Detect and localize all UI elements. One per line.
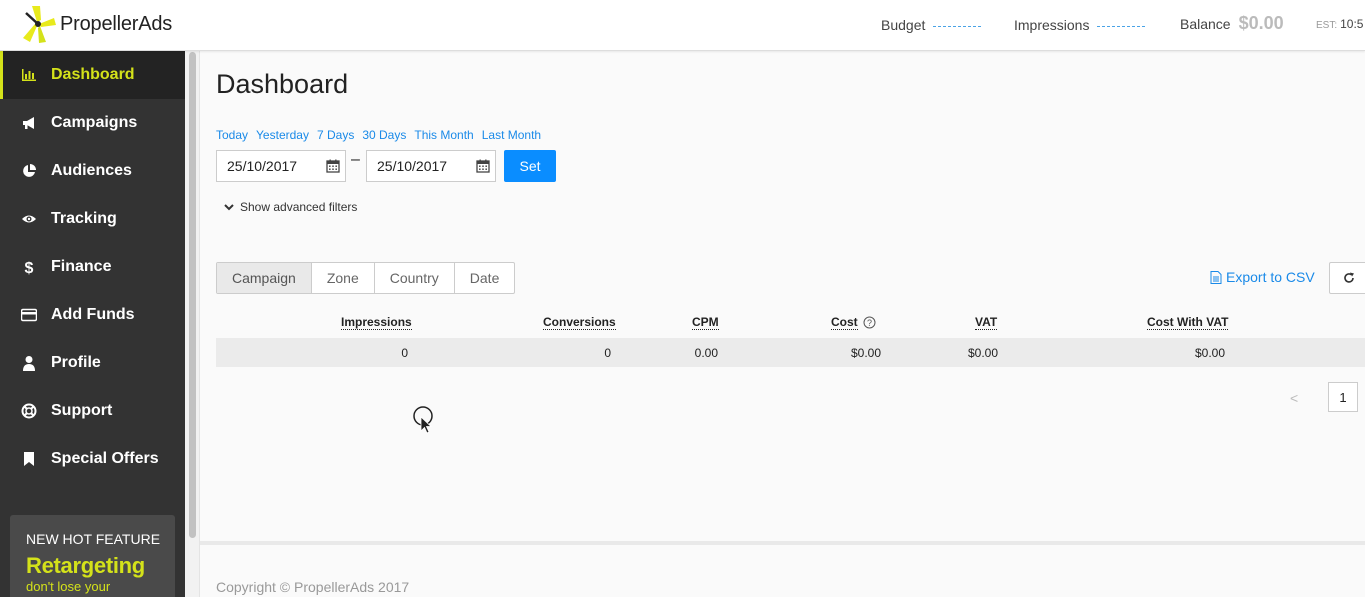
bar-chart-icon	[20, 66, 38, 84]
pie-chart-icon	[20, 162, 38, 180]
eye-icon	[20, 210, 38, 228]
file-icon	[1210, 270, 1222, 284]
chevron-down-icon	[224, 204, 234, 211]
sidebar-item-profile[interactable]: Profile	[0, 339, 185, 387]
set-date-button[interactable]: Set	[504, 150, 556, 182]
balance-metric[interactable]: Balance $0.00	[1180, 13, 1284, 34]
tab-country[interactable]: Country	[375, 263, 455, 293]
date-to-input[interactable]: 25/10/2017	[366, 150, 496, 182]
est-label: EST:	[1316, 20, 1338, 31]
top-bar: PropellerAds Budget Impressions Balance …	[0, 0, 1365, 51]
footer: Copyright © PropellerAds 2017	[200, 541, 1365, 597]
dollar-icon: $	[20, 258, 38, 276]
balance-value: $0.00	[1238, 13, 1284, 33]
page-title: Dashboard	[216, 69, 349, 99]
user-icon	[20, 354, 38, 372]
sidebar-item-label: Profile	[51, 354, 101, 371]
cell-conversions: 0	[604, 346, 611, 360]
date-to-value: 25/10/2017	[377, 158, 448, 174]
refresh-button[interactable]	[1329, 262, 1365, 294]
lifebuoy-icon	[20, 402, 38, 420]
sidebar-item-label: Dashboard	[51, 66, 135, 83]
bookmark-icon	[20, 450, 38, 468]
promo-kicker: NEW HOT FEATURE	[26, 531, 161, 547]
balance-label: Balance	[1180, 15, 1231, 32]
budget-metric[interactable]: Budget	[881, 17, 982, 33]
export-csv-link[interactable]: Export to CSV	[1210, 269, 1315, 285]
promo-title: Retargeting	[26, 553, 145, 578]
footer-copyright: Copyright © PropellerAds 2017	[216, 579, 410, 595]
advanced-filters-label: Show advanced filters	[240, 200, 358, 214]
column-header-conversions[interactable]: Conversions	[543, 315, 616, 330]
quick-date-30-days[interactable]: 30 Days	[362, 128, 406, 142]
tab-campaign[interactable]: Campaign	[217, 263, 312, 293]
sidebar-item-dashboard[interactable]: Dashboard	[0, 51, 185, 99]
calendar-icon[interactable]	[476, 159, 490, 173]
quick-date-7-days[interactable]: 7 Days	[317, 128, 354, 142]
sidebar-item-label: Finance	[51, 258, 112, 275]
megaphone-icon	[20, 114, 38, 132]
sidebar-scrollbar-thumb[interactable]	[189, 52, 196, 538]
sidebar-item-add-funds[interactable]: Add Funds	[0, 291, 185, 339]
sidebar-item-audiences[interactable]: Audiences	[0, 147, 185, 195]
refresh-icon	[1344, 272, 1354, 283]
credit-card-icon	[20, 306, 38, 324]
quick-date-today[interactable]: Today	[216, 128, 248, 142]
cell-cpm: 0.00	[694, 346, 718, 360]
date-from-value: 25/10/2017	[227, 158, 298, 174]
budget-label: Budget	[881, 17, 926, 33]
sidebar-item-label: Audiences	[51, 162, 132, 179]
sidebar-item-campaigns[interactable]: Campaigns	[0, 99, 185, 147]
sidebar-item-label: Campaigns	[51, 114, 138, 131]
quick-date-last-month[interactable]: Last Month	[482, 128, 541, 142]
sidebar-item-tracking[interactable]: Tracking	[0, 195, 185, 243]
logo[interactable]: PropellerAds	[20, 4, 172, 44]
sidebar-item-finance[interactable]: $ Finance	[0, 243, 185, 291]
date-from-input[interactable]: 25/10/2017	[216, 150, 346, 182]
sidebar-item-special-offers[interactable]: Special Offers	[0, 435, 185, 483]
quick-date-this-month[interactable]: This Month	[414, 128, 473, 142]
sidebar-item-label: Support	[51, 402, 113, 419]
show-advanced-filters-toggle[interactable]: Show advanced filters	[224, 200, 357, 214]
budget-value-placeholder	[933, 26, 982, 27]
pager-previous[interactable]: <	[1290, 390, 1298, 406]
help-icon[interactable]: ?	[863, 316, 876, 329]
export-csv-label: Export to CSV	[1226, 269, 1315, 285]
retargeting-promo[interactable]: NEW HOT FEATURE Retargeting don't lose y…	[10, 515, 175, 597]
column-header-cost-with-vat[interactable]: Cost With VAT	[1147, 315, 1229, 330]
impressions-metric[interactable]: Impressions	[1014, 17, 1146, 33]
column-header-vat[interactable]: VAT	[975, 315, 998, 330]
svg-text:?: ?	[867, 318, 872, 328]
column-header-impressions[interactable]: Impressions	[341, 315, 412, 330]
column-header-cost[interactable]: Cost	[831, 315, 858, 330]
propeller-logo-icon	[23, 6, 56, 43]
cell-cost: $0.00	[850, 346, 881, 360]
sidebar-item-label: Tracking	[51, 210, 117, 227]
pager-page-1[interactable]: 1	[1328, 382, 1358, 412]
calendar-icon[interactable]	[326, 159, 340, 173]
report-group-tabs: Campaign Zone Country Date	[216, 262, 516, 294]
sidebar-item-label: Add Funds	[51, 306, 135, 323]
date-range-separator: –	[351, 151, 360, 168]
tab-date[interactable]: Date	[455, 263, 515, 293]
impressions-value-placeholder	[1097, 26, 1146, 27]
cell-impressions: 0	[401, 346, 408, 360]
logo-text: PropellerAds	[60, 12, 173, 35]
sidebar-item-label: Special Offers	[51, 450, 159, 467]
busy-cursor-icon	[413, 406, 433, 434]
column-header-cpm[interactable]: CPM	[692, 315, 719, 330]
quick-date-yesterday[interactable]: Yesterday	[256, 128, 309, 142]
svg-text:$: $	[25, 260, 34, 275]
sidebar: Dashboard Campaigns Audiences Tracking $…	[0, 51, 185, 597]
sidebar-item-support[interactable]: Support	[0, 387, 185, 435]
est-time: 10:5	[1340, 17, 1364, 31]
quick-date-links: Today Yesterday 7 Days 30 Days This Mont…	[216, 128, 549, 142]
table-row: 0 0 0.00 $0.00 $0.00 $0.00	[216, 338, 1365, 367]
tab-zone[interactable]: Zone	[312, 263, 375, 293]
cell-vat: $0.00	[967, 346, 998, 360]
promo-subtitle: don't lose your	[26, 579, 111, 594]
est-clock: EST: 10:5	[1316, 17, 1363, 31]
impressions-label: Impressions	[1014, 17, 1090, 33]
cell-cost-with-vat: $0.00	[1194, 346, 1225, 360]
